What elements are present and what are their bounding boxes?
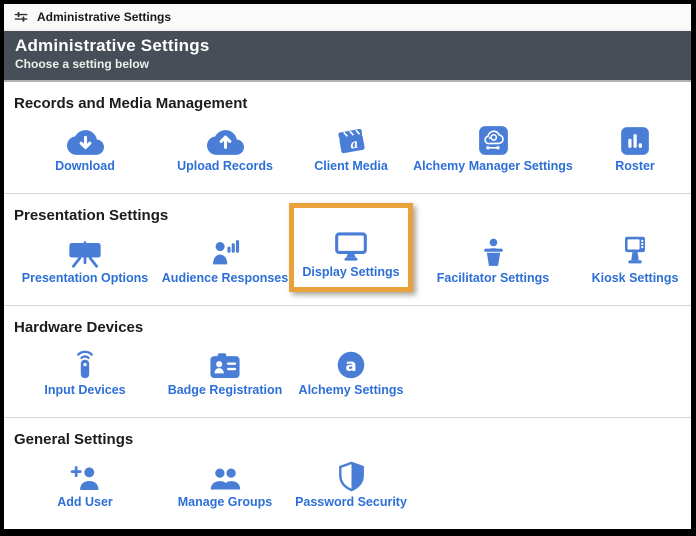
settings-sliders-icon	[14, 10, 28, 24]
svg-text:a: a	[345, 355, 356, 375]
cloud-upload-icon	[206, 123, 244, 156]
section-title: Records and Media Management	[14, 95, 248, 112]
section-items-row: Download Upload Records a Client Media A…	[4, 123, 691, 186]
setting-item-badge-registration[interactable]: Badge Registration	[160, 347, 290, 397]
setting-item-client-media[interactable]: a Client Media	[290, 123, 412, 173]
setting-item-label: Client Media	[314, 159, 388, 173]
setting-item-label: Audience Responses	[161, 271, 289, 285]
page-title: Administrative Settings	[15, 36, 210, 55]
setting-item-roster[interactable]: Roster	[574, 123, 691, 173]
setting-item-label: Upload Records	[177, 159, 273, 173]
bar-chart-tile-icon	[620, 123, 650, 156]
shield-icon	[337, 459, 366, 492]
setting-item-upload-records[interactable]: Upload Records	[160, 123, 290, 173]
setting-item-add-user[interactable]: Add User	[10, 459, 160, 509]
section-hardware-devices: Hardware Devices Input Devices Badge Reg…	[4, 306, 691, 418]
setting-item-label: Manage Groups	[177, 495, 273, 509]
setting-item-password-security[interactable]: Password Security	[290, 459, 412, 509]
setting-item-label: Presentation Options	[21, 271, 149, 285]
setting-item-kiosk-settings[interactable]: Kiosk Settings	[574, 235, 691, 285]
setting-item-label: Roster	[615, 159, 655, 173]
page-header: Administrative Settings Choose a setting…	[4, 31, 691, 82]
media-clapperboard-icon: a	[335, 123, 368, 156]
section-presentation-settings: Presentation Settings Presentation Optio…	[4, 194, 691, 306]
setting-item-audience-responses[interactable]: Audience Responses	[160, 235, 290, 285]
cloud-sync-tile-icon	[478, 123, 509, 156]
monitor-icon	[333, 229, 369, 262]
alchemy-logo-icon: a	[336, 347, 366, 380]
id-badge-icon	[208, 347, 242, 380]
section-items-row: Input Devices Badge Registration a Alche…	[4, 347, 691, 410]
setting-item-label: Facilitator Settings	[436, 271, 550, 285]
remote-control-icon	[71, 347, 99, 380]
setting-item-display-settings[interactable]: Display Settings	[289, 203, 413, 292]
setting-item-label: Password Security	[295, 495, 407, 509]
projector-screen-icon	[66, 235, 104, 268]
setting-item-label: Download	[55, 159, 115, 173]
setting-item-label: Display Settings	[302, 265, 400, 279]
add-user-icon	[69, 459, 102, 492]
window-title: Administrative Settings	[37, 9, 172, 24]
setting-item-label: Badge Registration	[167, 383, 283, 397]
section-general-settings: General Settings Add User Manage Groups …	[4, 418, 691, 529]
setting-item-label: Kiosk Settings	[591, 271, 679, 285]
person-chart-icon	[210, 235, 241, 268]
setting-item-facilitator-settings[interactable]: Facilitator Settings	[412, 235, 574, 285]
podium-speaker-icon	[478, 235, 509, 268]
setting-item-download[interactable]: Download	[10, 123, 160, 173]
setting-item-alchemy-settings[interactable]: a Alchemy Settings	[290, 347, 412, 397]
setting-item-label: Alchemy Settings	[298, 383, 404, 397]
setting-item-presentation-options[interactable]: Presentation Options	[10, 235, 160, 285]
settings-content: Records and Media Management Download Up…	[4, 82, 691, 529]
section-records-and-media: Records and Media Management Download Up…	[4, 82, 691, 194]
section-title: Hardware Devices	[14, 319, 144, 336]
window-titlebar: Administrative Settings	[4, 4, 691, 31]
setting-item-label: Alchemy Manager Settings	[413, 159, 573, 173]
setting-item-manage-groups[interactable]: Manage Groups	[160, 459, 290, 509]
setting-item-alchemy-manager-settings[interactable]: Alchemy Manager Settings	[412, 123, 574, 173]
user-group-icon	[208, 459, 243, 492]
kiosk-icon	[620, 235, 650, 268]
section-items-row: Presentation Options Audience Responses	[4, 203, 691, 298]
section-title: General Settings	[14, 431, 134, 448]
setting-item-input-devices[interactable]: Input Devices	[10, 347, 160, 397]
page-subtitle: Choose a setting below	[15, 57, 150, 71]
setting-item-label: Input Devices	[44, 383, 126, 397]
section-items-row: Add User Manage Groups Password Security	[4, 459, 691, 522]
cloud-download-icon	[66, 123, 104, 156]
setting-item-label: Add User	[57, 495, 113, 509]
administrative-settings-window: Administrative Settings Administrative S…	[0, 0, 696, 536]
